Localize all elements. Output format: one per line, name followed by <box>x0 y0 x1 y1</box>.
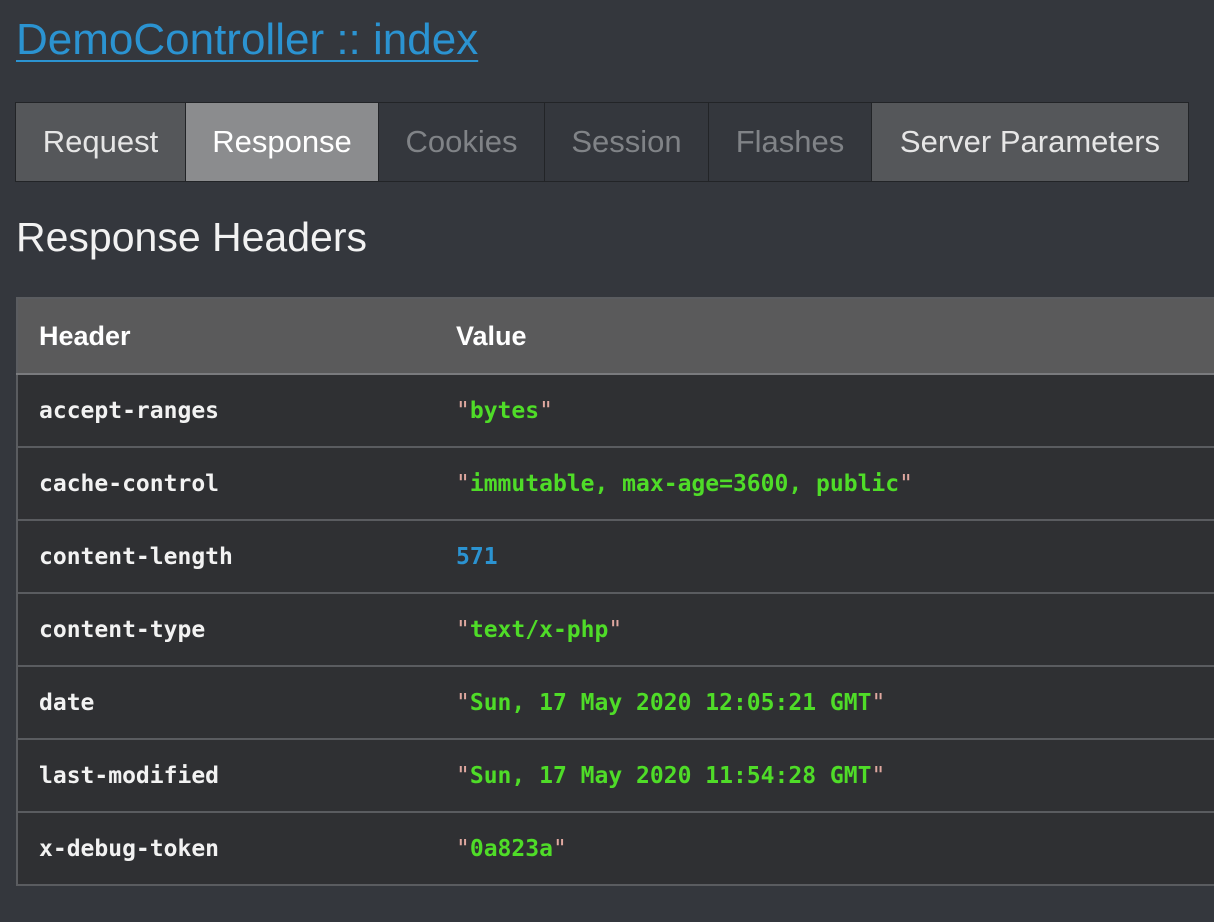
tab-response[interactable]: Response <box>186 103 379 181</box>
header-name-cell: last-modified <box>17 739 435 813</box>
string-value: "0a823a" <box>456 836 567 862</box>
close-quote: " <box>871 689 886 716</box>
tab-server-parameters[interactable]: Server Parameters <box>872 103 1188 181</box>
response-headers-table: Header Value accept-ranges "bytes" cache-c… <box>16 297 1214 886</box>
open-quote: " <box>456 835 470 862</box>
table-header-row: Header Value <box>17 298 1214 375</box>
profiler-page: DemoController :: index Request Response… <box>0 0 1214 922</box>
table-row: last-modified "Sun, 17 May 2020 11:54:28 … <box>17 739 1214 813</box>
close-quote: " <box>552 835 567 862</box>
tab-request[interactable]: Request <box>16 103 186 181</box>
header-value-cell: 571 <box>435 520 1214 594</box>
header-value-cell: "Sun, 17 May 2020 12:05:21 GMT" <box>435 666 1214 740</box>
table-row: content-type "text/x-php" <box>17 593 1214 667</box>
table-row: date "Sun, 17 May 2020 12:05:21 GMT" <box>17 666 1214 740</box>
close-quote: " <box>539 397 553 424</box>
header-value-cell: "text/x-php" <box>435 593 1214 667</box>
string-value-text: immutable, max-age=3600, public <box>469 470 900 497</box>
header-value-cell: "Sun, 17 May 2020 11:54:28 GMT" <box>435 739 1214 813</box>
header-value-cell: "0a823a" <box>435 812 1214 886</box>
open-quote: " <box>456 689 470 716</box>
tab-bar: Request Response Cookies Session Flashes… <box>15 102 1189 182</box>
tab-cookies: Cookies <box>379 103 545 181</box>
open-quote: " <box>456 616 470 643</box>
close-quote: " <box>871 762 886 789</box>
number-value: 571 <box>456 543 498 570</box>
table-row: accept-ranges "bytes" <box>17 374 1214 448</box>
page-title-link[interactable]: DemoController :: index <box>16 14 478 66</box>
header-name-cell: accept-ranges <box>17 374 435 448</box>
header-name-cell: cache-control <box>17 447 435 521</box>
string-value-text: bytes <box>469 397 540 424</box>
open-quote: " <box>456 470 470 497</box>
tab-flashes: Flashes <box>709 103 872 181</box>
tab-session: Session <box>545 103 709 181</box>
string-value-text: 0a823a <box>469 835 553 862</box>
table-row: content-length 571 <box>17 520 1214 594</box>
column-header-value: Value <box>435 298 1214 375</box>
header-name-cell: x-debug-token <box>17 812 435 886</box>
string-value: "text/x-php" <box>456 617 622 643</box>
string-value-text: Sun, 17 May 2020 11:54:28 GMT <box>469 762 872 789</box>
column-header-header: Header <box>17 298 435 375</box>
header-name-cell: content-length <box>17 520 435 594</box>
header-name-cell: date <box>17 666 435 740</box>
header-name-cell: content-type <box>17 593 435 667</box>
string-value: "bytes" <box>456 398 553 424</box>
header-value-cell: "immutable, max-age=3600, public" <box>435 447 1214 521</box>
open-quote: " <box>456 397 470 424</box>
table-row: x-debug-token "0a823a" <box>17 812 1214 886</box>
string-value: "Sun, 17 May 2020 12:05:21 GMT" <box>456 690 885 716</box>
string-value-text: text/x-php <box>469 616 609 643</box>
table-row: cache-control "immutable, max-age=3600, p… <box>17 447 1214 521</box>
section-heading: Response Headers <box>16 214 367 260</box>
header-value-cell: "bytes" <box>435 374 1214 448</box>
string-value-text: Sun, 17 May 2020 12:05:21 GMT <box>469 689 872 716</box>
close-quote: " <box>608 616 623 643</box>
string-value: "Sun, 17 May 2020 11:54:28 GMT" <box>456 763 885 789</box>
close-quote: " <box>899 470 913 497</box>
open-quote: " <box>456 762 470 789</box>
string-value: "immutable, max-age=3600, public" <box>456 471 913 497</box>
